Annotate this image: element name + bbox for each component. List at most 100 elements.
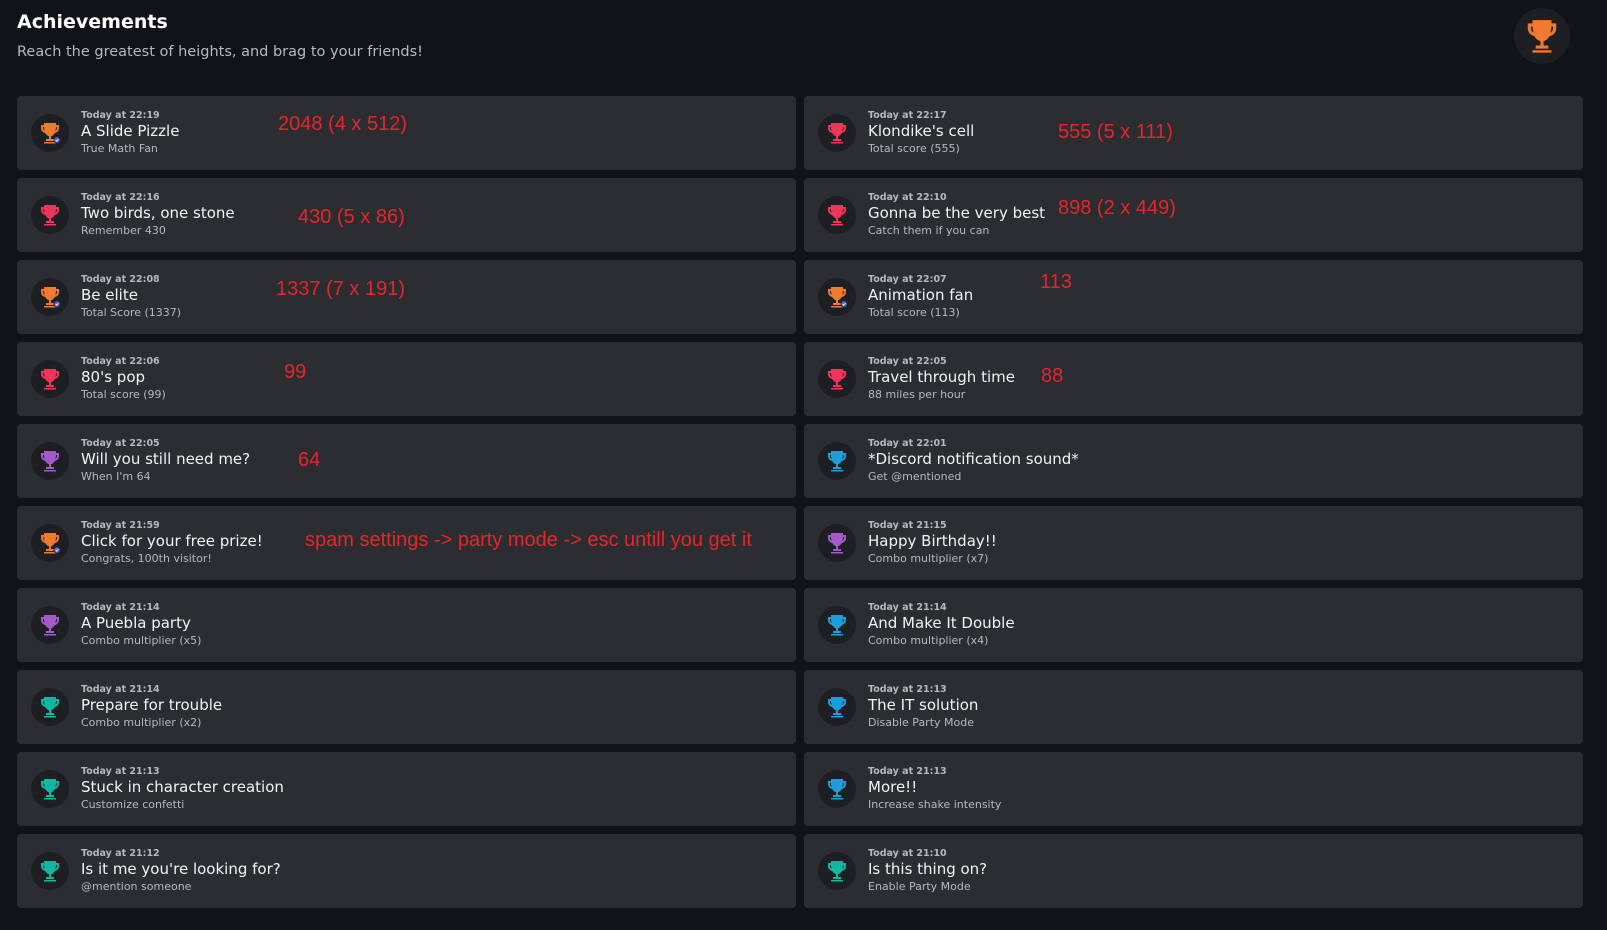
achievement-description: Combo multiplier (x4) [868,634,989,647]
handwritten-annotation: 898 (2 x 449) [1058,197,1176,219]
achievement-timestamp: Today at 22:08 [81,274,160,285]
trophy-icon [1527,20,1557,53]
achievement-card: Today at 22:19 A Slide Pizzle True Math Fa… [17,96,796,170]
achievement-name: Klondike's cell [868,122,975,140]
trophy-icon [818,360,856,398]
achievement-name: The IT solution [868,696,979,714]
achievement-card: Today at 22:17 Klondike's cell Total score… [804,96,1583,170]
achievement-timestamp: Today at 21:14 [81,684,160,695]
achievement-text: Today at 21:14 Prepare for trouble Combo m… [81,684,222,730]
achievement-name: A Slide Pizzle [81,122,180,140]
achievement-name: Two birds, one stone [81,204,235,222]
handwritten-annotation: 88 [1041,365,1064,387]
achievement-description: Congrats, 100th visitor! [81,552,212,565]
header-trophy-icon [1514,8,1570,64]
achievement-card: Today at 22:07 Animation fan Total score (… [804,260,1583,334]
trophy-icon [818,770,856,808]
achievement-description: When I'm 64 [81,470,151,483]
trophy-icon [31,278,69,316]
achievement-description: Get @mentioned [868,470,962,483]
achievement-description: Combo multiplier (x2) [81,716,202,729]
trophy-icon [31,606,69,644]
achievement-text: Today at 21:59 Click for your free prize!… [81,520,263,566]
achievement-name: Prepare for trouble [81,696,223,714]
achievement-timestamp: Today at 21:10 [868,848,947,859]
achievement-description: Enable Party Mode [868,880,971,893]
achievement-name: Will you still need me? [81,450,251,468]
achievement-text: Today at 22:05 Will you still need me? Whe… [81,438,250,484]
handwritten-annotation: 113 [1040,271,1072,293]
achievement-card: Today at 22:08 Be elite Total Score (1337)… [17,260,796,334]
achievement-description: Customize confetti [81,798,185,811]
trophy-icon [31,114,69,152]
page-title: Achievements [17,11,168,33]
achievement-timestamp: Today at 22:07 [868,274,947,285]
achievement-name: Stuck in character creation [81,778,284,796]
achievement-name: *Discord notification sound* [868,450,1079,468]
achievement-timestamp: Today at 21:13 [81,766,160,777]
achievement-description: Remember 430 [81,224,166,237]
achievement-timestamp: Today at 22:05 [81,438,160,449]
achievement-timestamp: Today at 21:14 [868,602,947,613]
trophy-icon [31,442,69,480]
achievement-text: Today at 21:12 Is it me you're looking fo… [81,848,281,894]
achievement-name: Be elite [81,286,138,304]
achievement-text: Today at 22:08 Be elite Total Score (1337) [81,274,181,320]
achievement-name: Travel through time [868,368,1015,386]
achievement-card: Today at 22:06 80's pop Total score (99) 99 [17,342,796,416]
achievement-timestamp: Today at 22:05 [868,356,947,367]
achievement-card: Today at 21:15 Happy Birthday!! Combo mult… [804,506,1583,580]
achievement-name: Happy Birthday!! [868,532,997,550]
trophy-icon [818,196,856,234]
achievement-text: Today at 22:17 Klondike's cell Total score… [868,110,974,156]
achievement-text: Today at 22:05 Travel through time 88 mile… [868,356,1015,402]
achievement-card: Today at 22:01 *Discord notification soun… [804,424,1583,498]
achievement-card: Today at 21:14 And Make It Double Combo mu… [804,588,1583,662]
page-subtitle: Reach the greatest of heights, and brag … [17,44,423,60]
achievement-text: Today at 21:13 More!! Increase shake inten… [868,766,1001,812]
achievement-description: 88 miles per hour [868,388,966,401]
trophy-icon [31,688,69,726]
trophy-icon [31,770,69,808]
achievement-card: Today at 22:16 Two birds, one stone Rememb… [17,178,796,252]
achievement-card: Today at 22:05 Will you still need me? Whe… [17,424,796,498]
trophy-icon [818,688,856,726]
achievement-timestamp: Today at 22:01 [868,438,947,449]
trophy-icon [31,524,69,562]
trophy-icon [818,852,856,890]
achievement-timestamp: Today at 21:15 [868,520,947,531]
handwritten-annotation: spam settings -> party mode -> esc until… [305,529,752,551]
achievement-card: Today at 22:05 Travel through time 88 mile… [804,342,1583,416]
handwritten-annotation: 430 (5 x 86) [298,206,405,228]
achievement-name: Is it me you're looking for? [81,860,281,878]
achievement-timestamp: Today at 21:13 [868,766,947,777]
achievement-timestamp: Today at 21:13 [868,684,947,695]
achievement-name: Click for your free prize! [81,532,263,550]
achievement-text: Today at 22:06 80's pop Total score (99) [81,356,166,402]
achievement-grid: Today at 22:19 A Slide Pizzle True Math Fa… [17,96,1583,908]
achievement-name: And Make It Double [868,614,1015,632]
achievement-text: Today at 21:10 Is this thing on? Enable Pa… [868,848,987,894]
page-header: Achievements Reach the greatest of heigh… [17,10,423,61]
trophy-icon [818,442,856,480]
achievement-description: @mention someone [81,880,192,893]
achievement-description: Total score (113) [868,306,960,319]
achievement-card: Today at 21:10 Is this thing on? Enable Pa… [804,834,1583,908]
achievement-text: Today at 22:07 Animation fan Total score (… [868,274,973,320]
achievement-name: Gonna be the very best [868,204,1046,222]
achievement-text: Today at 22:01 *Discord notification soun… [868,438,1079,484]
achievement-text: Today at 21:13 Stuck in character creatio… [81,766,284,812]
achievement-text: Today at 21:15 Happy Birthday!! Combo mult… [868,520,997,566]
achievement-name: Animation fan [868,286,974,304]
handwritten-annotation: 555 (5 x 111) [1058,121,1173,143]
achievement-description: Total Score (1337) [81,306,182,319]
achievement-description: Catch them if you can [868,224,990,237]
achievement-card: Today at 21:13 The IT solution Disable Par… [804,670,1583,744]
achievement-text: Today at 21:13 The IT solution Disable Par… [868,684,978,730]
achievement-timestamp: Today at 22:10 [868,192,947,203]
achievement-description: Disable Party Mode [868,716,974,729]
handwritten-annotation: 1337 (7 x 191) [276,278,405,300]
achievement-card: Today at 21:14 A Puebla party Combo multip… [17,588,796,662]
achievement-description: Combo multiplier (x7) [868,552,989,565]
achievement-card: Today at 22:10 Gonna be the very best Catc… [804,178,1583,252]
